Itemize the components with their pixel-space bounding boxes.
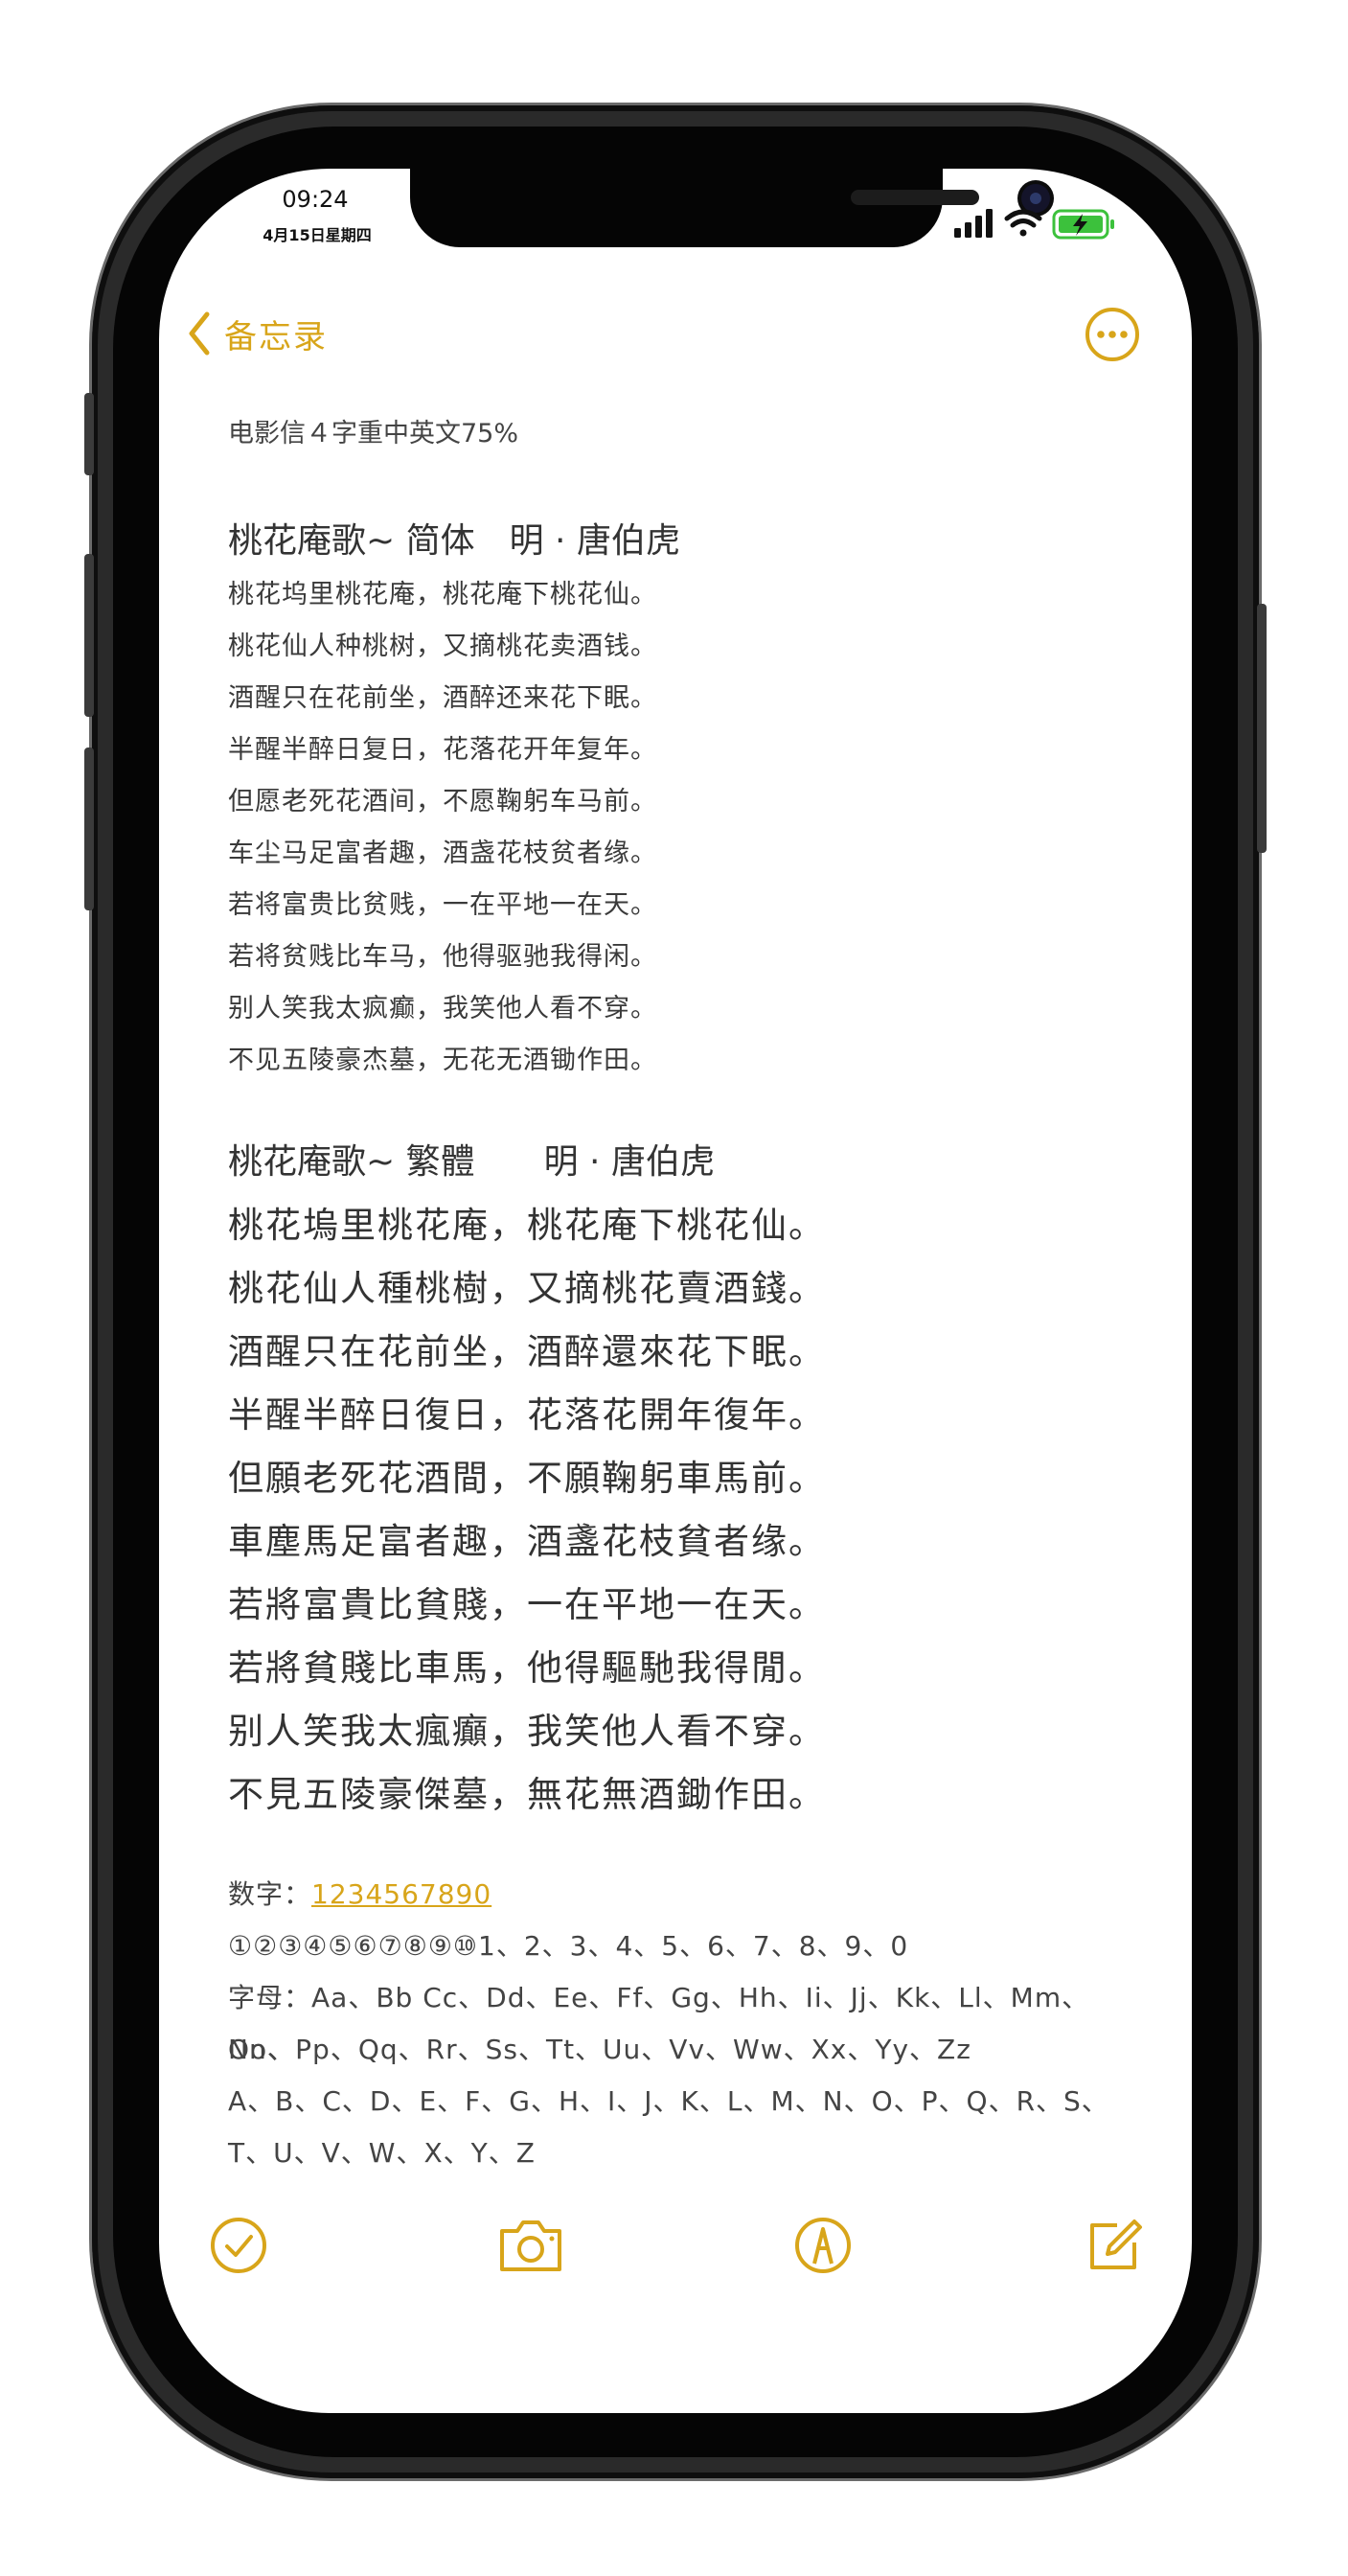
poem-line: 桃花仙人種桃樹，又摘桃花賣酒錢。: [228, 1268, 826, 1309]
status-time: 09:24: [282, 186, 349, 213]
speaker-grille: [851, 190, 979, 205]
poem-line: 不見五陵豪傑墓，無花無酒鋤作田。: [228, 1774, 826, 1815]
volume-down-button: [84, 748, 94, 910]
poem-line: 車塵馬足富者趣，酒盞花枝貧者缘。: [228, 1521, 826, 1562]
uppercase-line-1: A、B、C、D、E、F、G、H、I、J、K、L、M、N、O、P、Q、R、S、: [228, 2085, 1109, 2117]
back-button-label: 备忘录: [224, 317, 328, 356]
bottom-toolbar: [159, 2216, 1192, 2287]
poem-line: 桃花塢里桃花庵，桃花庵下桃花仙。: [228, 1205, 826, 1246]
poem-line: 但愿老死花酒间，不愿鞠躬车马前。: [228, 787, 657, 816]
poem-line: 桃花仙人种桃树，又摘桃花卖酒钱。: [228, 632, 657, 661]
mute-switch: [84, 393, 94, 475]
checklist-button[interactable]: [209, 2216, 272, 2279]
digits-label: 数字：: [228, 1878, 312, 1910]
compose-button[interactable]: [1085, 2216, 1148, 2279]
chevron-left-icon: [189, 311, 210, 356]
poem-line: 酒醒只在花前坐，酒醉还来花下眠。: [228, 683, 657, 713]
poem-line: 不见五陵豪杰墓，无花无酒锄作田。: [228, 1046, 657, 1075]
poem-simplified: 桃花坞里桃花庵，桃花庵下桃花仙。 桃花仙人种桃树，又摘桃花卖酒钱。 酒醒只在花前…: [228, 569, 1148, 1087]
poem-line: 别人笑我太瘋癲，我笑他人看不穿。: [228, 1711, 826, 1752]
volume-up-button: [84, 554, 94, 717]
poem-line: 若将贫贱比车马，他得驱驰我得闲。: [228, 942, 657, 972]
wifi-icon: [1004, 209, 1042, 237]
compose-icon: [1090, 2220, 1142, 2269]
letters-line-2: Oo、Pp、Qq、Rr、Ss、Tt、Uu、Vv、Ww、Xx、Yy、Zz: [228, 2034, 971, 2065]
poem-line: 若將貧賤比車馬，他得驅馳我得閒。: [228, 1647, 826, 1689]
poem-line: 别人笑我太疯癫，我笑他人看不穿。: [228, 994, 657, 1024]
poem-line: 但願老死花酒間，不願鞠躬車馬前。: [228, 1458, 826, 1499]
notch: [410, 169, 1050, 247]
back-button[interactable]: 备忘录: [188, 307, 328, 360]
poem-line: 桃花坞里桃花庵，桃花庵下桃花仙。: [228, 580, 657, 610]
poem-traditional: 桃花塢里桃花庵，桃花庵下桃花仙。 桃花仙人種桃樹，又摘桃花賣酒錢。 酒醒只在花前…: [228, 1194, 1148, 1827]
cellular-signal-icon: [954, 209, 993, 238]
digits-line: 数字：1234567890: [228, 1869, 1148, 1920]
poem-title-simplified: 桃花庵歌~ 简体 明 · 唐伯虎: [228, 521, 680, 561]
camera-button[interactable]: [496, 2216, 565, 2279]
letters-line-1: 字母：Aa、Bb Cc、Dd、Ee、Ff、Gg、Hh、Ii、Jj、Kk、Ll、M…: [228, 1982, 1090, 2065]
status-date: 4月15日星期四: [263, 226, 372, 244]
circled-digits-line: ①②③④⑤⑥⑦⑧⑨⑩1、2、3、4、5、6、7、8、9、0: [228, 1930, 909, 1962]
more-options-button[interactable]: [1085, 307, 1140, 362]
poem-line: 车尘马足富者趣，酒盏花枝贫者缘。: [228, 839, 657, 868]
markup-pen-icon: [795, 2218, 851, 2273]
poem-line: 酒醒只在花前坐，酒醉還來花下眠。: [228, 1331, 826, 1372]
uppercase-line-2: T、U、V、W、X、Y、Z: [228, 2137, 536, 2169]
poem-line: 若将富贵比贫贱，一在平地一在天。: [228, 890, 657, 920]
note-meta-line: 电影信４字重中英文75%: [228, 419, 519, 448]
note-body[interactable]: 电影信４字重中英文75% 桃花庵歌~ 简体 明 · 唐伯虎 桃花坞里桃花庵，桃花…: [228, 408, 1148, 2179]
poem-line: 若將富貴比貧賤，一在平地一在天。: [228, 1584, 826, 1625]
battery-charging-icon: [1052, 209, 1114, 240]
ellipsis-circle-icon: [1085, 308, 1139, 361]
markup-button[interactable]: [793, 2216, 857, 2279]
screen: 09:24 4月15日星期四 备忘录 电影信４字重中英文75% 桃花庵歌~ 简体…: [159, 169, 1192, 2413]
power-button: [1257, 604, 1267, 853]
poem-line: 半醒半醉日復日，花落花開年復年。: [228, 1394, 826, 1436]
poem-line: 半醒半醉日复日，花落花开年复年。: [228, 735, 657, 765]
status-icons: [954, 205, 1136, 240]
checklist-icon: [211, 2218, 266, 2273]
poem-title-traditional: 桃花庵歌~ 繁體 明 · 唐伯虎: [228, 1142, 715, 1182]
camera-icon: [500, 2220, 561, 2271]
phone-number-link[interactable]: 1234567890: [311, 1878, 491, 1910]
